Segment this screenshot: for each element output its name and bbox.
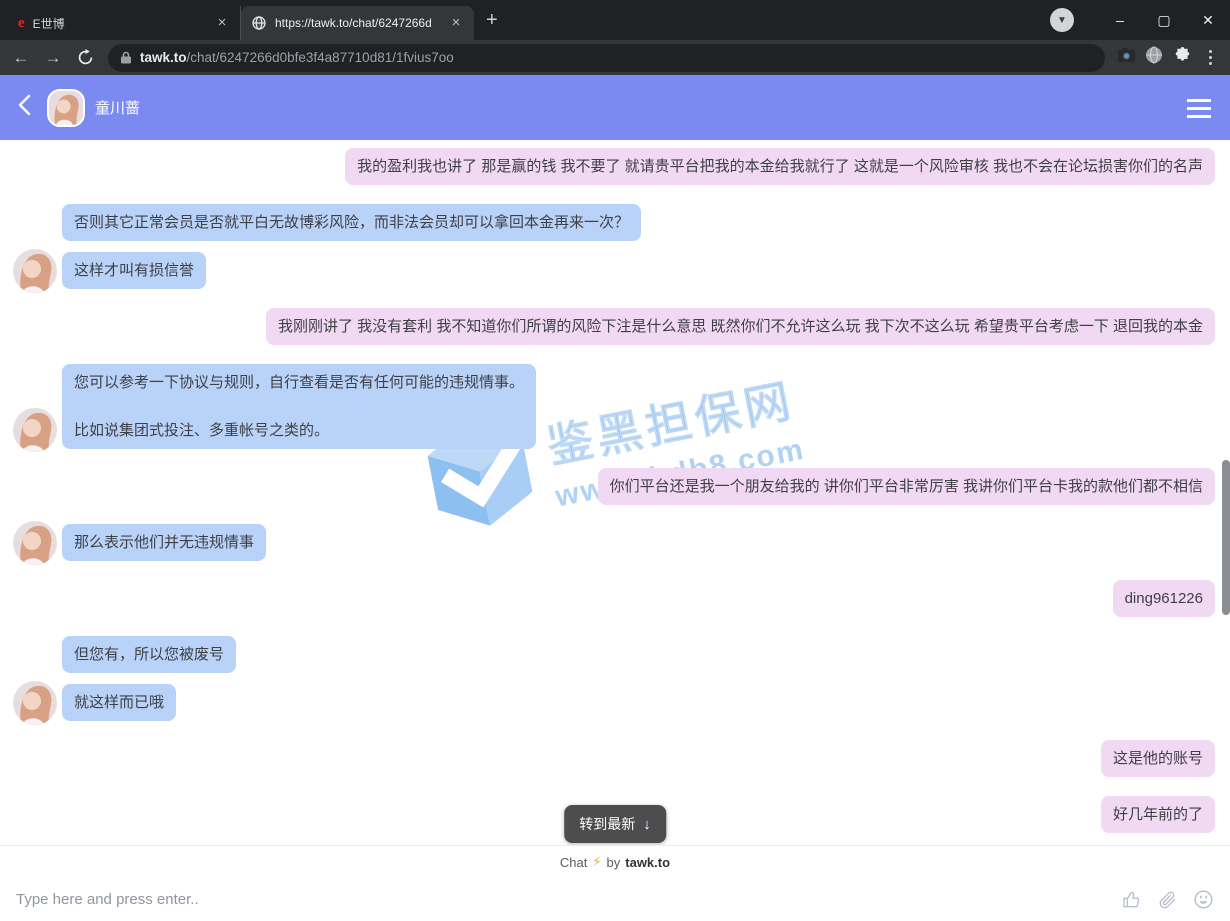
maximize-button[interactable]: ▢ [1142, 12, 1186, 29]
browser-toolbar: ← → tawk.to/chat/6247266d0bfe3f4a87710d8… [0, 40, 1230, 75]
jump-to-latest-button[interactable]: 转到最新 ↓ [564, 805, 666, 843]
visitor-message-bubble: 你们平台还是我一个朋友给我的 讲你们平台非常厉害 我讲你们平台卡我的款他们都不相… [598, 468, 1215, 505]
visitor-message-bubble: 我的盈利我也讲了 那是赢的钱 我不要了 就请贵平台把我的本金给我就行了 这就是一… [345, 148, 1215, 185]
globe-extension-icon[interactable] [1143, 46, 1165, 69]
message-row: 那么表示他们并无违规情事 [0, 524, 1230, 561]
message-row: 这是他的账号 [0, 740, 1230, 777]
agent-message-bubble: 那么表示他们并无违规情事 [62, 524, 266, 561]
agent-avatar [13, 521, 57, 565]
jump-to-latest-label: 转到最新 [579, 814, 635, 834]
window-controls: ▼ – ▢ ✕ [1050, 0, 1230, 40]
tab-close-icon[interactable]: × [448, 15, 464, 31]
chat-header: 童川蔷 [0, 75, 1230, 140]
chat-input-bar: Type here and press enter.. [0, 878, 1230, 921]
agent-avatar [13, 249, 57, 293]
tab-title: E世博 [33, 15, 206, 32]
message-row: 我刚刚讲了 我没有套利 我不知道你们所谓的风险下注是什么意思 既然你们不允许这么… [0, 308, 1230, 345]
reload-icon[interactable] [72, 49, 98, 66]
chat-message-area[interactable]: 鉴黑担保网 www.jbdb8.com 我的盈利我也讲了 那是赢的钱 我不要了 … [0, 140, 1230, 845]
visitor-message-bubble: ding961226 [1113, 580, 1215, 617]
back-icon[interactable]: ← [8, 48, 34, 68]
tab-title: https://tawk.to/chat/6247266d [275, 16, 440, 30]
tab-close-icon[interactable]: × [214, 15, 230, 31]
chat-scrollbar-thumb[interactable] [1222, 460, 1230, 615]
browser-menu-icon[interactable] [1199, 50, 1222, 65]
visitor-message-bubble: 这是他的账号 [1101, 740, 1215, 777]
message-row: 但您有，所以您被废号 [0, 636, 1230, 673]
visitor-message-bubble: 好几年前的了 [1101, 796, 1215, 833]
attachment-paperclip-icon[interactable] [1157, 890, 1178, 910]
agent-avatar [47, 89, 85, 127]
branding-chat-label: Chat [560, 855, 587, 870]
agent-message-bubble: 这样才叫有损信誉 [62, 252, 206, 289]
arrow-down-icon: ↓ [643, 816, 651, 833]
profile-chevron-button[interactable]: ▼ [1050, 8, 1074, 32]
url-text: tawk.to/chat/6247266d0bfe3f4a87710d81/1f… [140, 50, 454, 65]
minimize-button[interactable]: – [1098, 12, 1142, 28]
message-row: 否则其它正常会员是否就平白无故博彩风险，而非法会员却可以拿回本金再来一次？ [0, 204, 1230, 241]
message-input[interactable]: Type here and press enter.. [16, 891, 1106, 908]
lock-icon [120, 51, 132, 64]
esbo-favicon-icon: e [18, 15, 25, 32]
agent-avatar [13, 681, 57, 725]
message-row: 这样才叫有损信誉 [0, 252, 1230, 289]
close-button[interactable]: ✕ [1186, 12, 1230, 29]
branding-by-label: by [607, 855, 621, 870]
tawkto-branding[interactable]: Chat ⚡ by tawk.to [0, 845, 1230, 878]
emoji-smiley-icon[interactable] [1193, 889, 1214, 910]
chat-back-icon[interactable] [18, 94, 31, 121]
visitor-message-bubble: 我刚刚讲了 我没有套利 我不知道你们所谓的风险下注是什么意思 既然你们不允许这么… [266, 308, 1215, 345]
branding-brand-label: tawk.to [625, 855, 670, 870]
chat-menu-icon[interactable] [1187, 99, 1211, 118]
message-paragraph: 您可以参考一下协议与规则，自行查看是否有任何可能的违规情事。 [74, 372, 524, 393]
message-row: 你们平台还是我一个朋友给我的 讲你们平台非常厉害 我讲你们平台卡我的款他们都不相… [0, 468, 1230, 505]
forward-icon[interactable]: → [40, 48, 66, 68]
tab-tawkto[interactable]: https://tawk.to/chat/6247266d × [241, 6, 474, 40]
tab-esbo[interactable]: e E世博 × [8, 6, 241, 40]
lightning-bolt-icon: ⚡ [592, 854, 601, 870]
browser-tab-bar: e E世博 × https://tawk.to/chat/6247266d × … [0, 0, 1230, 40]
message-paragraph: 比如说集团式投注、多重帐号之类的。 [74, 420, 524, 441]
agent-message-bubble: 就这样而已哦 [62, 684, 176, 721]
message-row: 您可以参考一下协议与规则，自行查看是否有任何可能的违规情事。 比如说集团式投注、… [0, 364, 1230, 449]
agent-avatar [13, 408, 57, 452]
message-row: 我的盈利我也讲了 那是赢的钱 我不要了 就请贵平台把我的本金给我就行了 这就是一… [0, 148, 1230, 185]
globe-favicon-icon [251, 15, 267, 31]
thumbs-up-icon[interactable] [1121, 890, 1142, 910]
agent-message-bubble: 但您有，所以您被废号 [62, 636, 236, 673]
new-tab-button[interactable]: + [486, 9, 498, 32]
agent-message-bubble: 您可以参考一下协议与规则，自行查看是否有任何可能的违规情事。 比如说集团式投注、… [62, 364, 536, 449]
address-bar[interactable]: tawk.to/chat/6247266d0bfe3f4a87710d81/1f… [108, 44, 1105, 72]
message-row: ding961226 [0, 580, 1230, 617]
camera-extension-icon[interactable] [1115, 47, 1137, 68]
agent-name: 童川蔷 [95, 97, 140, 118]
agent-message-bubble: 否则其它正常会员是否就平白无故博彩风险，而非法会员却可以拿回本金再来一次？ [62, 204, 641, 241]
extensions-puzzle-icon[interactable] [1171, 47, 1193, 69]
message-row: 就这样而已哦 [0, 684, 1230, 721]
